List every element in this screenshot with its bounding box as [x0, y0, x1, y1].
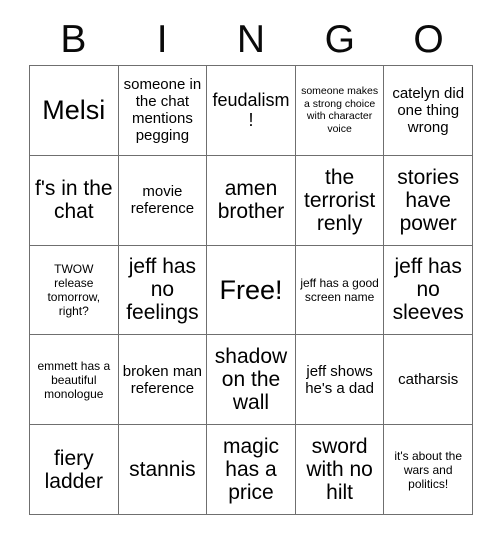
bingo-header-row: B I N G O [29, 16, 473, 64]
bingo-cell[interactable]: feudalism! [207, 66, 296, 156]
bingo-cell-label: magic has a price [222, 435, 279, 505]
bingo-cell[interactable]: stannis [118, 425, 208, 515]
bingo-cell[interactable]: someone in the chat mentions pegging [118, 66, 208, 156]
bingo-cell-label: Melsi [42, 95, 106, 126]
bingo-cell-label: shadow on the wall [214, 345, 288, 415]
bingo-cell-label: fiery ladder [44, 446, 103, 493]
bingo-cell[interactable]: broken man reference [118, 335, 208, 426]
bingo-grid: Melsi someone in the chat mentions peggin… [29, 65, 473, 515]
bingo-cell[interactable]: amen brother [207, 155, 296, 246]
bingo-cell-label: broken man reference [122, 362, 202, 397]
bingo-cell-label: Free! [219, 274, 283, 305]
bingo-cell[interactable]: stories have power [384, 155, 473, 246]
bingo-cell[interactable]: jeff has no sleeves [384, 245, 473, 336]
bingo-cell-label: feudalism! [212, 90, 290, 131]
bingo-cell-label: jeff has no feelings [126, 255, 199, 325]
bingo-cell-label: amen brother [217, 177, 285, 224]
bingo-cell-label: stannis [129, 458, 196, 482]
bingo-cell-label: the terrorist renly [304, 165, 376, 235]
bingo-header-letter-o: O [413, 18, 444, 61]
bingo-cell[interactable]: catharsis [384, 335, 473, 426]
bingo-cell[interactable]: emmett has a beautiful monologue [30, 335, 119, 426]
bingo-cell[interactable]: shadow on the wall [207, 335, 296, 426]
bingo-cell[interactable]: sword with no hilt [295, 425, 385, 515]
bingo-cell-label: it's about the wars and politics! [394, 448, 463, 491]
bingo-header-letter-n: N [236, 18, 266, 61]
bingo-card: B I N G O Melsi someone in the chat menti… [0, 0, 500, 544]
bingo-cell-label: TWOW release tomorrow, right? [47, 261, 101, 318]
bingo-cell-label: jeff has a good screen name [300, 275, 379, 304]
bingo-cell[interactable]: Melsi [30, 66, 119, 156]
bingo-cell[interactable]: catelyn did one thing wrong [384, 66, 473, 156]
bingo-header-letter-i: I [156, 18, 168, 61]
bingo-cell[interactable]: movie reference [118, 155, 208, 246]
bingo-cell-label: someone makes a strong choice with chara… [301, 85, 379, 135]
bingo-cell-label: sword with no hilt [306, 435, 373, 505]
bingo-cell[interactable]: f's in the chat [30, 155, 119, 246]
bingo-cell[interactable]: Free! [207, 245, 296, 336]
bingo-cell-label: emmett has a beautiful monologue [37, 358, 111, 401]
bingo-cell-label: catharsis [398, 371, 459, 389]
bingo-header-letter-b: B [60, 18, 87, 61]
bingo-cell[interactable]: TWOW release tomorrow, right? [30, 245, 119, 336]
bingo-cell[interactable]: jeff has no feelings [118, 245, 208, 336]
bingo-cell-label: movie reference [130, 183, 195, 218]
bingo-cell-label: someone in the chat mentions pegging [123, 76, 202, 145]
bingo-cell[interactable]: the terrorist renly [295, 155, 385, 246]
bingo-cell-label: jeff has no sleeves [392, 255, 464, 325]
bingo-cell[interactable]: magic has a price [207, 425, 296, 515]
bingo-cell-label: f's in the chat [35, 177, 113, 224]
bingo-header-letter-g: G [324, 18, 355, 61]
bingo-cell-label: jeff shows he's a dad [305, 362, 374, 397]
bingo-cell[interactable]: it's about the wars and politics! [384, 425, 473, 515]
bingo-cell[interactable]: fiery ladder [30, 425, 119, 515]
bingo-cell-label: stories have power [397, 165, 460, 235]
bingo-cell[interactable]: jeff shows he's a dad [295, 335, 385, 426]
bingo-cell[interactable]: jeff has a good screen name [295, 245, 385, 336]
bingo-cell[interactable]: someone makes a strong choice with chara… [295, 66, 385, 156]
bingo-cell-label: catelyn did one thing wrong [392, 84, 465, 136]
